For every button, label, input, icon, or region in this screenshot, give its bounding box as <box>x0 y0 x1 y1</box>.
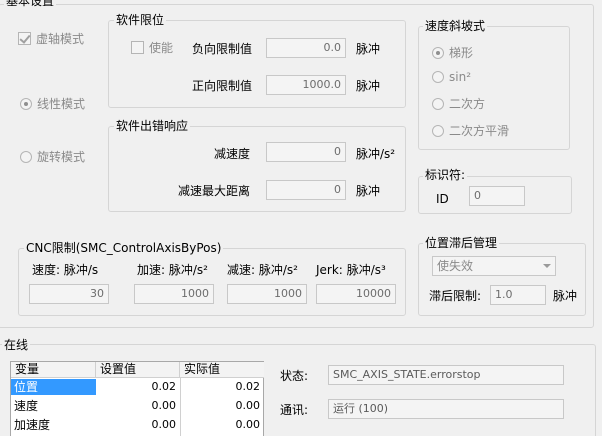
ramp-quadratic-radio[interactable] <box>432 98 444 110</box>
id-field[interactable]: 0 <box>469 186 525 206</box>
max-decel-distance-field[interactable]: 0 <box>266 180 346 200</box>
lag-limit-label: 滞后限制: <box>429 289 482 303</box>
max-decel-distance-unit: 脉冲 <box>356 184 381 198</box>
cnc-jerk-field[interactable]: 10000 <box>316 284 396 304</box>
ramp-quadratic-label: 二次方 <box>449 97 486 111</box>
ramp-sin2-radio[interactable] <box>432 71 444 83</box>
online-values-table: 变量 设置值 实际值 位置 0.02 0.02 速度 0.00 0.00 加速度… <box>10 361 264 436</box>
ramp-quadratic-smooth-radio[interactable] <box>432 125 444 137</box>
cnc-jerk-label: Jerk: 脉冲/s³ <box>316 263 386 277</box>
soft-limit-enable-label: 使能 <box>149 41 174 55</box>
lag-title: 位置滞后管理 <box>423 236 500 250</box>
soft-error-title: 软件出错响应 <box>114 119 191 133</box>
virtual-axis-checkbox[interactable] <box>18 32 31 45</box>
chevron-down-icon <box>543 264 551 268</box>
max-decel-distance-label: 减速最大距离 <box>178 184 251 198</box>
virtual-axis-label: 虚轴模式 <box>36 32 85 46</box>
cnc-decel-field[interactable]: 1000 <box>227 284 307 304</box>
table-row-velocity-actual[interactable]: 0.00 <box>180 398 264 414</box>
neg-limit-field[interactable]: 0.0 <box>266 38 346 58</box>
cnc-speed-label: 速度: 脉冲/s <box>32 263 99 277</box>
soft-limit-enable-checkbox[interactable] <box>131 41 144 54</box>
ramp-sin2-label: sin² <box>449 70 472 84</box>
id-label: ID <box>436 192 449 206</box>
table-row-velocity-name[interactable]: 速度 <box>11 398 96 414</box>
error-decel-unit: 脉冲/s² <box>356 147 396 161</box>
basic-settings-title: 基本设置 <box>4 0 57 8</box>
state-label: 状态: <box>280 369 309 383</box>
cnc-speed-field[interactable]: 30 <box>29 284 109 304</box>
soft-limit-title: 软件限位 <box>114 13 167 27</box>
comm-label: 通讯: <box>280 403 309 417</box>
ramp-quadratic-smooth-label: 二次方平滑 <box>449 124 510 138</box>
table-row-acceleration-set[interactable]: 0.00 <box>96 417 180 433</box>
cnc-limit-group <box>18 248 406 316</box>
lag-limit-unit: 脉冲 <box>553 289 578 303</box>
error-decel-field[interactable]: 0 <box>266 142 346 162</box>
soft-limit-group <box>108 20 406 108</box>
table-row-acceleration-actual[interactable]: 0.00 <box>180 417 264 433</box>
neg-limit-unit: 脉冲 <box>356 42 381 56</box>
rotary-mode-radio[interactable] <box>20 151 32 163</box>
linear-mode-label: 线性模式 <box>37 97 86 111</box>
rotary-mode-label: 旋转模式 <box>37 150 86 164</box>
error-decel-label: 减速度 <box>214 147 251 161</box>
ramp-trapezoid-radio[interactable] <box>432 47 444 59</box>
comm-field[interactable]: 运行 (100) <box>328 399 564 419</box>
identifier-title: 标识符: <box>423 168 468 182</box>
soft-error-group <box>108 126 406 212</box>
lag-mode-select[interactable]: 使失效 <box>432 256 556 276</box>
cnc-decel-label: 减速: 脉冲/s² <box>227 263 298 277</box>
table-row-position-set[interactable]: 0.02 <box>96 379 180 395</box>
pos-limit-field[interactable]: 1000.0 <box>266 75 346 95</box>
lag-group <box>418 243 586 316</box>
linear-mode-radio[interactable] <box>20 98 32 110</box>
table-row-position-actual[interactable]: 0.02 <box>180 379 264 395</box>
cnc-accel-label: 加速: 脉冲/s² <box>137 263 208 277</box>
ramp-title: 速度斜坡式 <box>423 19 488 33</box>
column-header-variable[interactable]: 变量 <box>11 362 96 378</box>
lag-mode-value: 使失效 <box>437 259 474 273</box>
column-header-actual-value[interactable]: 实际值 <box>180 362 264 378</box>
ramp-trapezoid-label: 梯形 <box>449 46 474 60</box>
online-title: 在线 <box>2 338 31 352</box>
column-header-set-value[interactable]: 设置值 <box>96 362 180 378</box>
table-row-velocity-set[interactable]: 0.00 <box>96 398 180 414</box>
cnc-limit-title: CNC限制(SMC_ControlAxisByPos) <box>24 241 224 255</box>
neg-limit-label: 负向限制值 <box>192 42 253 56</box>
pos-limit-label: 正向限制值 <box>192 79 253 93</box>
table-row-position-name[interactable]: 位置 <box>11 379 96 395</box>
table-row-acceleration-name[interactable]: 加速度 <box>11 417 96 433</box>
lag-limit-field[interactable]: 1.0 <box>490 285 546 305</box>
pos-limit-unit: 脉冲 <box>356 79 381 93</box>
cnc-accel-field[interactable]: 1000 <box>134 284 214 304</box>
state-field[interactable]: SMC_AXIS_STATE.errorstop <box>328 365 564 385</box>
